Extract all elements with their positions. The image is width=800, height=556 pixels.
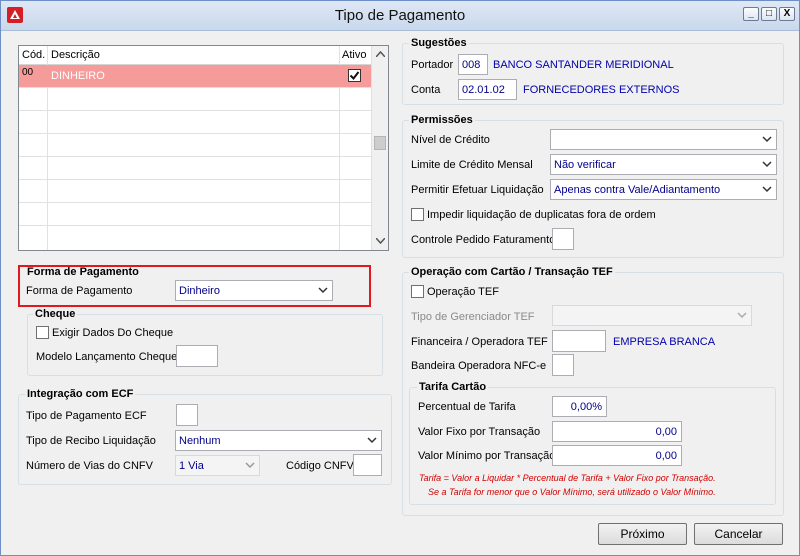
minimize-button[interactable]: _ xyxy=(743,7,759,21)
table-row[interactable] xyxy=(19,88,373,111)
permissoes-title: Permissões xyxy=(409,114,475,126)
table-row[interactable] xyxy=(19,180,373,203)
chevron-down-icon xyxy=(245,462,255,469)
efetuar-liquidacao-select[interactable]: Apenas contra Vale/Adiantamento xyxy=(550,179,777,200)
ecf-title: Integração com ECF xyxy=(25,388,136,400)
column-header-description[interactable]: Descrição xyxy=(51,49,100,61)
payment-types-grid[interactable]: Cód. Descrição Ativo 00 DINHEIRO xyxy=(18,45,389,251)
check-icon xyxy=(349,71,360,81)
tarifa-note-line2: Se a Tarifa for menor que o Valor Mínimo… xyxy=(428,487,716,497)
codigo-cnfv-field[interactable] xyxy=(353,454,382,476)
scroll-thumb[interactable] xyxy=(374,136,386,150)
chevron-down-icon xyxy=(737,312,747,319)
scroll-up-icon[interactable] xyxy=(376,51,385,57)
limite-credito-select[interactable]: Não verificar xyxy=(550,154,777,175)
maximize-button[interactable]: □ xyxy=(761,7,777,21)
row-description: DINHEIRO xyxy=(51,70,105,82)
valor-fixo-field[interactable]: 0,00 xyxy=(552,421,682,442)
tarifa-note-line1: Tarifa = Valor a Liquidar * Percentual d… xyxy=(419,473,716,483)
nivel-credito-label: Nível de Crédito xyxy=(411,134,490,146)
gerenciador-tef-select[interactable] xyxy=(552,305,752,326)
efetuar-liquidacao-label: Permitir Efetuar Liquidação xyxy=(411,184,544,196)
vias-cnfv-select[interactable]: 1 Via xyxy=(175,455,260,476)
nivel-credito-select[interactable] xyxy=(550,129,777,150)
impedir-liquidacao-checkbox[interactable] xyxy=(411,208,424,221)
cheque-title: Cheque xyxy=(33,308,78,320)
next-button[interactable]: Próximo xyxy=(598,523,687,545)
financeira-tef-field[interactable] xyxy=(552,330,606,352)
modelo-cheque-field[interactable] xyxy=(176,345,218,367)
grid-header: Cód. Descrição Ativo xyxy=(19,46,373,65)
financeira-tef-label: Financeira / Operadora TEF xyxy=(411,336,548,348)
tipo-recibo-select[interactable]: Nenhum xyxy=(175,430,382,451)
conta-code-field[interactable]: 02.01.02 xyxy=(458,79,517,100)
table-row[interactable]: 00 DINHEIRO xyxy=(19,65,373,88)
chevron-down-icon xyxy=(367,437,377,444)
row-code: 00 xyxy=(22,67,34,78)
impedir-liquidacao-label: Impedir liquidação de duplicatas fora de… xyxy=(427,209,656,221)
tipo-pagamento-ecf-label: Tipo de Pagamento ECF xyxy=(26,410,147,422)
valor-minimo-field[interactable]: 0,00 xyxy=(552,445,682,466)
portador-code-field[interactable]: 008 xyxy=(458,54,488,75)
gerenciador-tef-label: Tipo de Gerenciador TEF xyxy=(411,311,535,323)
table-row[interactable] xyxy=(19,226,373,249)
conta-name: FORNECEDORES EXTERNOS xyxy=(523,84,680,96)
controle-pedido-label: Controle Pedido Faturamento xyxy=(411,234,556,246)
tef-title: Operação com Cartão / Transação TEF xyxy=(409,266,615,278)
exigir-cheque-checkbox[interactable] xyxy=(36,326,49,339)
codigo-cnfv-label: Código CNFV xyxy=(286,460,354,472)
modelo-cheque-label: Modelo Lançamento Cheque xyxy=(36,351,178,363)
sugestoes-title: Sugestões xyxy=(409,37,469,49)
bandeira-nfce-label: Bandeira Operadora NFC-e xyxy=(411,360,547,372)
window-title: Tipo de Pagamento xyxy=(334,7,466,24)
chevron-down-icon xyxy=(762,136,772,143)
operacao-tef-label: Operação TEF xyxy=(427,286,499,298)
chevron-down-icon xyxy=(318,287,328,294)
portador-name: BANCO SANTANDER MERIDIONAL xyxy=(493,59,674,71)
tarifa-title: Tarifa Cartão xyxy=(417,381,489,393)
valor-minimo-label: Valor Mínimo por Transação xyxy=(418,450,556,462)
table-row[interactable] xyxy=(19,203,373,226)
forma-pagamento-select[interactable]: Dinheiro xyxy=(175,280,333,301)
chevron-down-icon xyxy=(762,186,772,193)
title-bar: Tipo de Pagamento _ □ X xyxy=(1,1,799,31)
tipo-pagamento-ecf-field[interactable] xyxy=(176,404,198,426)
operacao-tef-checkbox[interactable] xyxy=(411,285,424,298)
close-button[interactable]: X xyxy=(779,7,795,21)
forma-pagamento-label: Forma de Pagamento xyxy=(26,285,133,297)
valor-fixo-label: Valor Fixo por Transação xyxy=(418,426,541,438)
limite-credito-label: Limite de Crédito Mensal xyxy=(411,159,533,171)
exigir-cheque-label: Exigir Dados Do Cheque xyxy=(52,327,174,339)
conta-label: Conta xyxy=(411,84,441,96)
percentual-tarifa-label: Percentual de Tarifa xyxy=(418,401,516,413)
column-header-active[interactable]: Ativo xyxy=(342,49,366,61)
table-row[interactable] xyxy=(19,134,373,157)
tipo-pagamento-window: Tipo de Pagamento _ □ X Cód. Descrição A… xyxy=(0,0,800,556)
scroll-down-icon[interactable] xyxy=(376,238,385,244)
portador-label: Portador xyxy=(411,59,454,71)
tipo-recibo-label: Tipo de Recibo Liquidação xyxy=(26,435,156,447)
percentual-tarifa-field[interactable]: 0,00% xyxy=(552,396,607,417)
controle-pedido-field[interactable] xyxy=(552,228,574,250)
bandeira-nfce-field[interactable] xyxy=(552,354,574,376)
chevron-down-icon xyxy=(762,161,772,168)
cancel-button[interactable]: Cancelar xyxy=(694,523,783,545)
financeira-tef-name: EMPRESA BRANCA xyxy=(613,336,716,348)
vias-cnfv-label: Número de Vias do CNFV xyxy=(26,460,153,472)
column-header-code[interactable]: Cód. xyxy=(22,49,45,61)
table-row[interactable] xyxy=(19,157,373,180)
forma-pagamento-title: Forma de Pagamento xyxy=(27,266,139,278)
grid-scrollbar[interactable] xyxy=(371,46,388,250)
row-active-checkbox[interactable] xyxy=(348,69,361,82)
table-row[interactable] xyxy=(19,111,373,134)
